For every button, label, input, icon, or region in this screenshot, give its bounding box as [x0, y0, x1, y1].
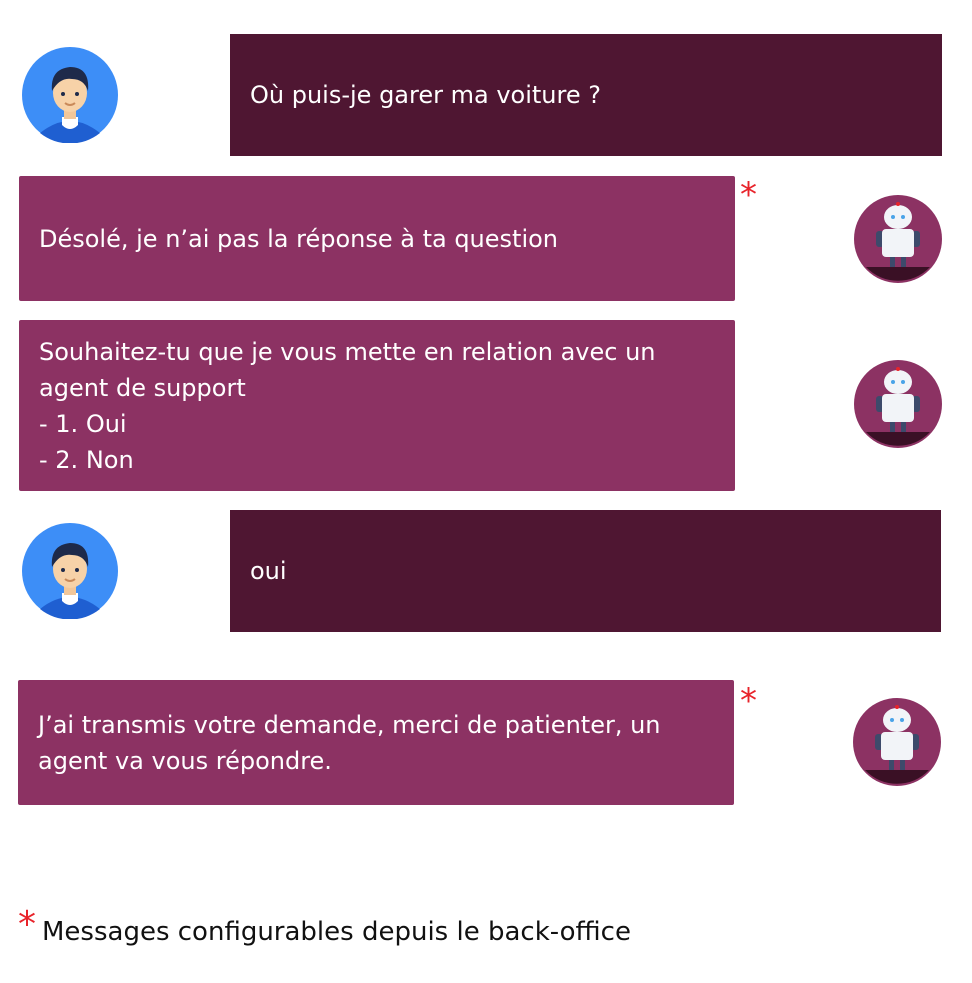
message-text: Souhaitez-tu que je vous mette en relati…: [39, 337, 656, 474]
user-message-bubble: oui: [230, 510, 941, 632]
configurable-marker: *: [740, 681, 757, 721]
bot-message-bubble: Désolé, je n’ai pas la réponse à ta ques…: [19, 176, 735, 301]
footnote-text: Messages configurables depuis le back-of…: [42, 917, 631, 947]
message-text: oui: [250, 557, 287, 585]
message-text: J’ai transmis votre demande, merci de pa…: [38, 710, 661, 775]
bot-message-bubble: J’ai transmis votre demande, merci de pa…: [18, 680, 734, 805]
footnote-marker: *: [18, 904, 36, 945]
robot-avatar-icon: [853, 698, 941, 786]
message-text: Où puis-je garer ma voiture ?: [250, 81, 601, 109]
robot-avatar-icon: [854, 360, 942, 448]
user-avatar-icon: [22, 523, 118, 620]
footnote: * Messages configurables depuis le back-…: [18, 904, 631, 954]
user-message-bubble: Où puis-je garer ma voiture ?: [230, 34, 942, 156]
bot-message-bubble: Souhaitez-tu que je vous mette en relati…: [19, 320, 735, 491]
robot-avatar-icon: [854, 195, 942, 283]
message-text: Désolé, je n’ai pas la réponse à ta ques…: [39, 224, 559, 253]
configurable-marker: *: [740, 175, 757, 215]
user-avatar-icon: [22, 47, 118, 144]
